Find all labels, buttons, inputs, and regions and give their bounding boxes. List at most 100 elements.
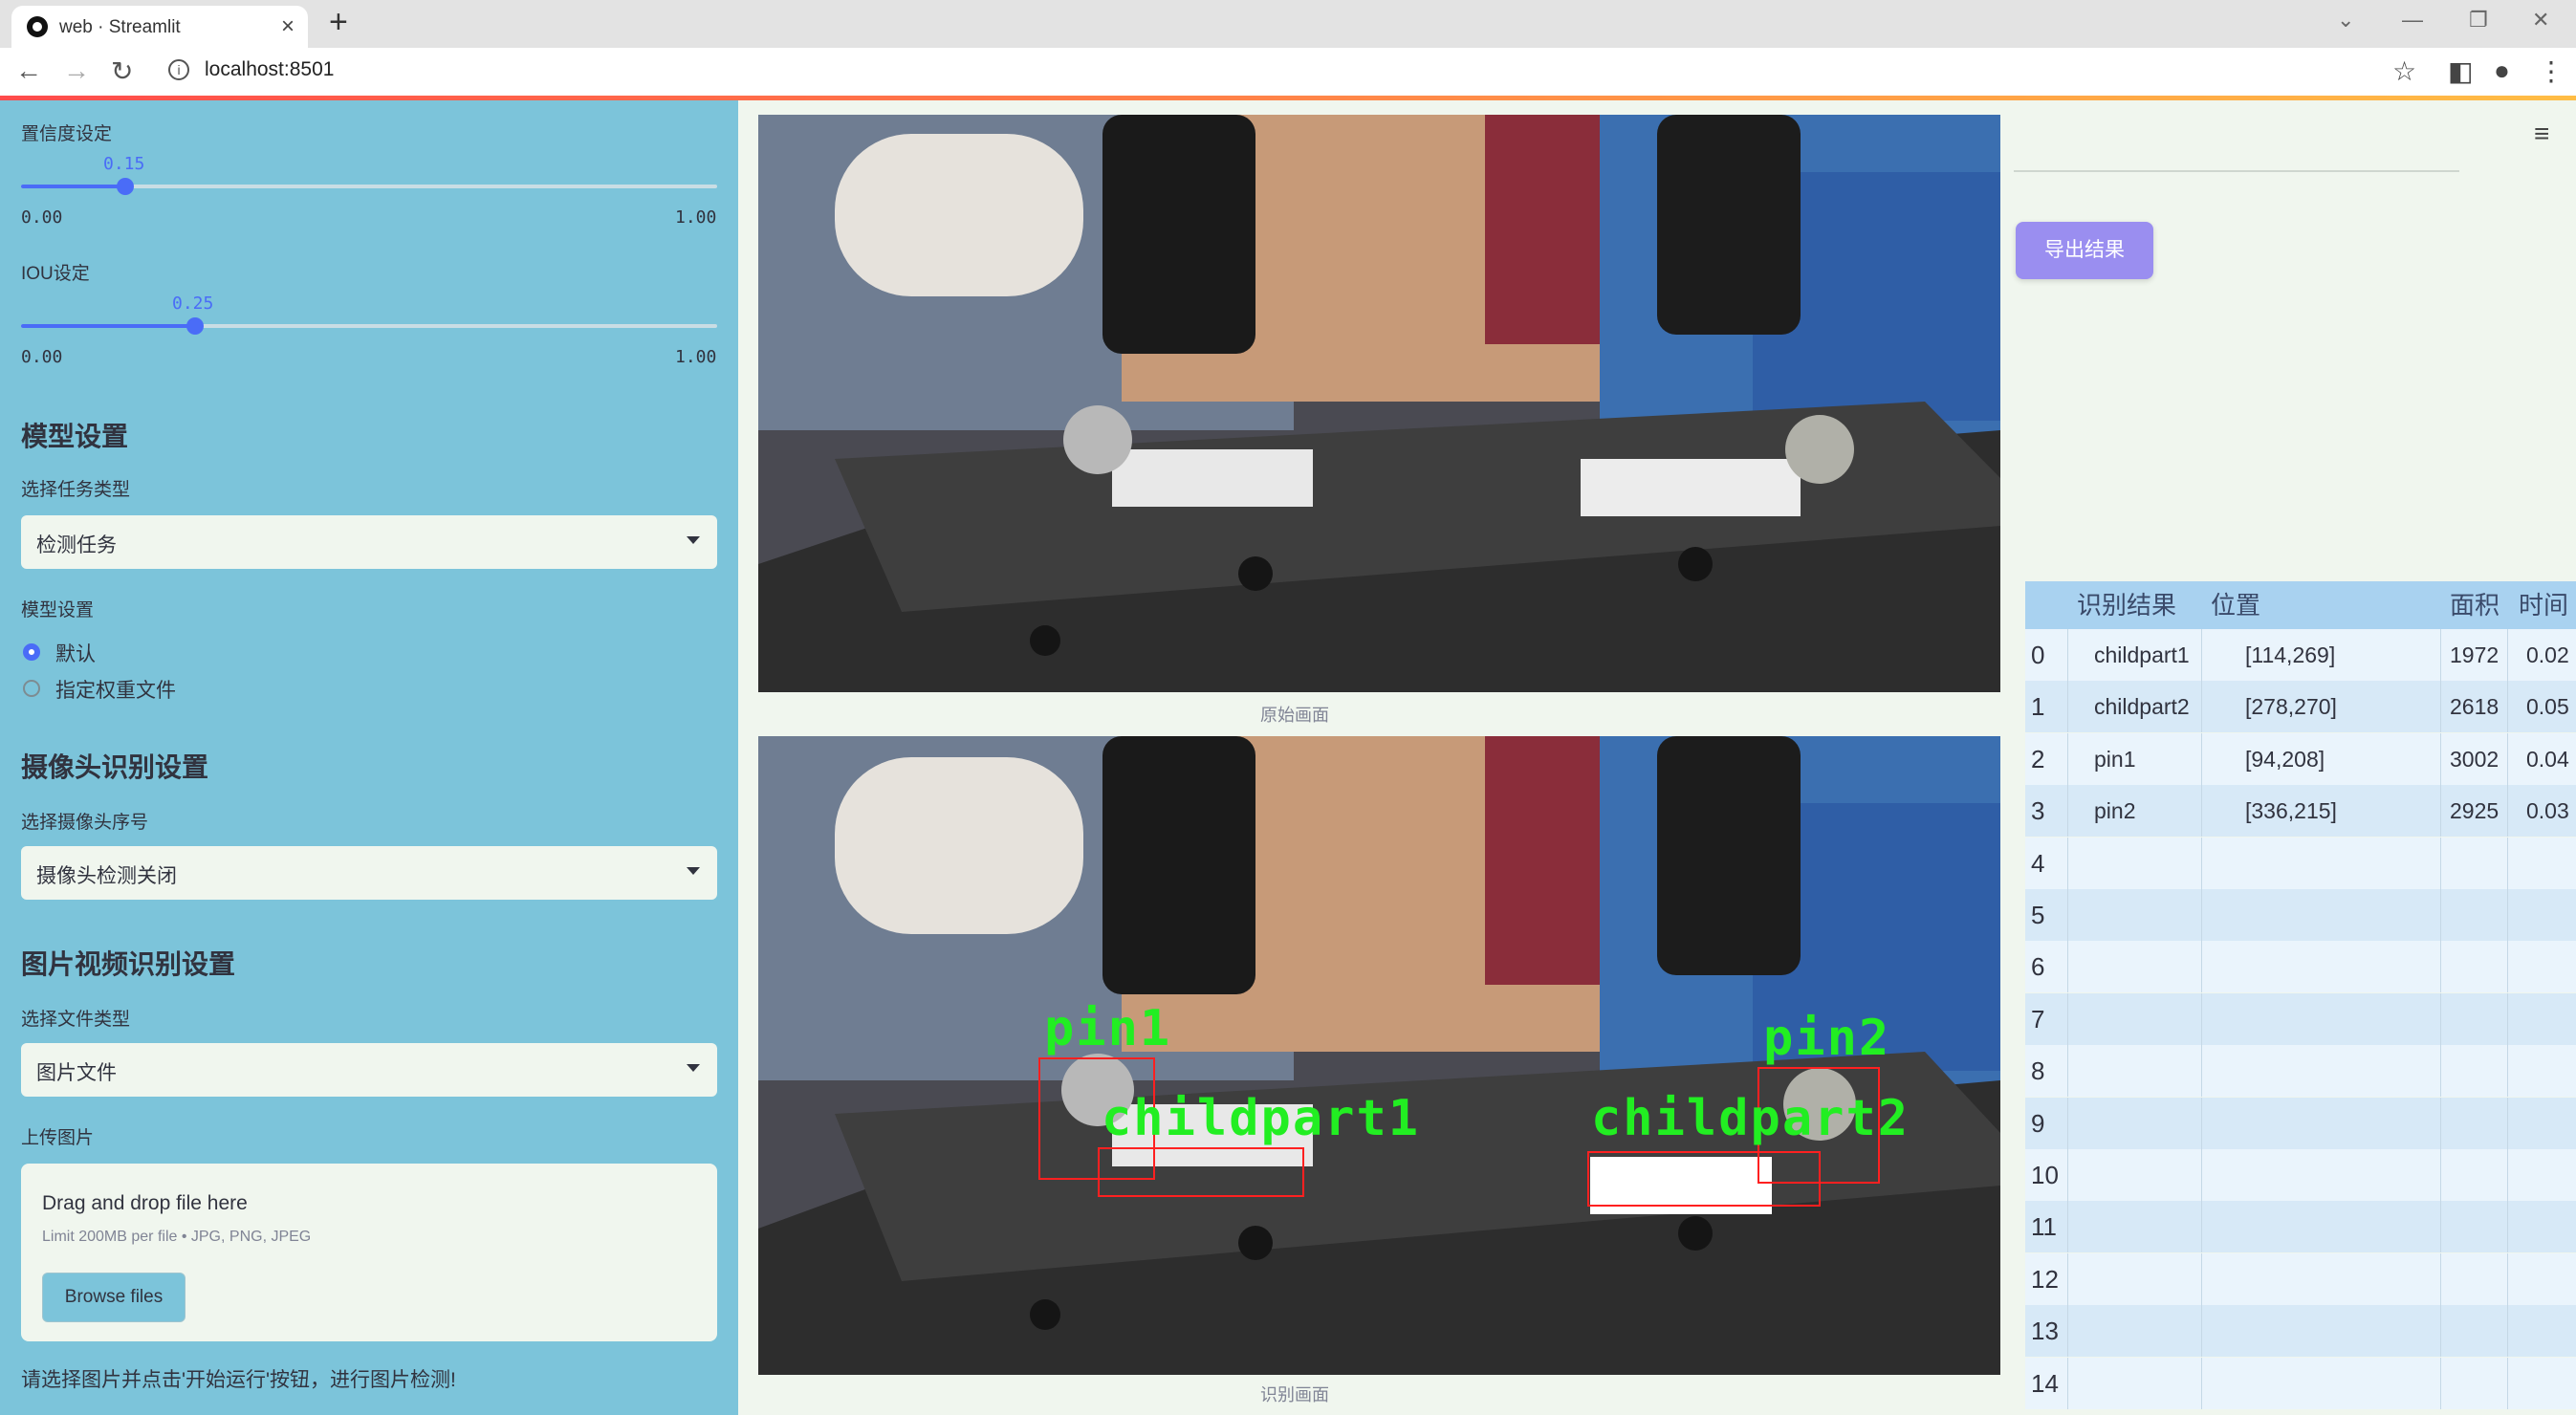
- detection-box-childpart1: [1098, 1147, 1304, 1197]
- instruction-text: 请选择图片并点击'开始运行'按钮，进行图片检测!: [21, 1369, 456, 1391]
- col-header-name[interactable]: 识别结果: [2077, 581, 2176, 629]
- column-divider: [2440, 785, 2441, 838]
- upload-limit-text: Limit 200MB per file • JPG, PNG, JPEG: [42, 1229, 312, 1245]
- table-row[interactable]: 1 childpart2 [278,270] 2618 0.05: [2025, 681, 2576, 733]
- column-divider: [2201, 629, 2202, 681]
- col-header-position[interactable]: 位置: [2211, 581, 2260, 629]
- task-type-select[interactable]: 检测任务: [21, 515, 717, 569]
- site-info-icon[interactable]: i: [168, 59, 189, 80]
- column-divider: [2507, 889, 2508, 941]
- export-results-button[interactable]: 导出结果: [2016, 222, 2153, 279]
- column-divider: [2067, 732, 2068, 785]
- column-divider: [2067, 1357, 2068, 1409]
- side-panel-icon[interactable]: ◧: [2448, 55, 2473, 87]
- table-row[interactable]: 12: [2025, 1252, 2576, 1305]
- close-tab-icon[interactable]: ×: [281, 13, 295, 40]
- table-cell-pos: [94,208]: [2245, 746, 2325, 772]
- restore-icon[interactable]: ❐: [2469, 8, 2488, 33]
- table-row[interactable]: 2 pin1 [94,208] 3002 0.04: [2025, 732, 2576, 785]
- browser-tab[interactable]: web · Streamlit ×: [11, 6, 308, 48]
- table-cell-idx: 12: [2031, 1264, 2059, 1294]
- model-custom-label[interactable]: 指定权重文件: [55, 675, 176, 704]
- model-choice-label: 模型设置: [21, 600, 95, 620]
- table-cell-idx: 5: [2031, 901, 2045, 929]
- model-default-radio[interactable]: [23, 643, 40, 661]
- conf-slider-thumb[interactable]: [117, 178, 135, 195]
- streamlit-favicon-icon: [27, 16, 48, 37]
- table-cell-area: 2925: [2450, 798, 2500, 824]
- browse-files-button[interactable]: Browse files: [42, 1273, 186, 1322]
- tab-search-icon[interactable]: ⌄: [2337, 8, 2354, 33]
- task-type-value: 检测任务: [36, 534, 117, 556]
- column-divider: [2440, 992, 2441, 1045]
- address-bar: ← → ↻ i localhost:8501 ☆ ◧ ● ⋮: [0, 48, 2576, 97]
- camera-select[interactable]: 摄像头检测关闭: [21, 846, 717, 900]
- column-divider: [2507, 681, 2508, 733]
- column-divider: [2507, 941, 2508, 993]
- task-type-label: 选择任务类型: [21, 480, 131, 500]
- iou-slider-thumb[interactable]: [186, 317, 204, 335]
- iou-slider-max: 1.00: [675, 347, 717, 367]
- iou-slider-label: IOU设定: [21, 264, 90, 284]
- more-menu-icon[interactable]: ⋮: [2538, 55, 2565, 87]
- table-row[interactable]: 10: [2025, 1149, 2576, 1201]
- forward-icon[interactable]: →: [63, 55, 90, 86]
- camera-select-value: 摄像头检测关闭: [36, 865, 177, 887]
- table-cell-time: 0.04: [2526, 746, 2569, 772]
- table-cell-idx: 3: [2031, 796, 2045, 826]
- table-row[interactable]: 8: [2025, 1045, 2576, 1098]
- model-default-label[interactable]: 默认: [55, 639, 96, 667]
- reload-icon[interactable]: ↻: [111, 55, 133, 87]
- chevron-down-icon: [687, 536, 700, 544]
- file-type-select[interactable]: 图片文件: [21, 1043, 717, 1097]
- table-row[interactable]: 11: [2025, 1201, 2576, 1253]
- original-image: [758, 115, 2000, 692]
- column-divider: [2440, 1201, 2441, 1253]
- table-row[interactable]: 3 pin2 [336,215] 2925 0.03: [2025, 785, 2576, 838]
- iou-slider-track[interactable]: [21, 324, 717, 328]
- profile-avatar-icon[interactable]: ●: [2494, 55, 2510, 86]
- column-divider: [2201, 837, 2202, 889]
- table-cell-area: 2618: [2450, 694, 2500, 720]
- table-row[interactable]: 14: [2025, 1357, 2576, 1409]
- new-tab-icon[interactable]: +: [329, 4, 348, 41]
- table-row[interactable]: 0 childpart1 [114,269] 1972 0.02: [2025, 629, 2576, 681]
- column-divider: [2201, 732, 2202, 785]
- column-divider: [2440, 732, 2441, 785]
- table-row[interactable]: 9: [2025, 1097, 2576, 1149]
- column-divider: [2067, 941, 2068, 993]
- table-cell-pos: [114,269]: [2245, 642, 2336, 667]
- minimize-icon[interactable]: —: [2402, 8, 2423, 33]
- col-header-area[interactable]: 面积: [2450, 581, 2500, 629]
- upload-dropzone-title: Drag and drop file here: [42, 1192, 248, 1214]
- window-close-icon[interactable]: ✕: [2532, 8, 2549, 33]
- back-icon[interactable]: ←: [15, 55, 42, 86]
- column-divider: [2201, 1201, 2202, 1253]
- table-row[interactable]: 5: [2025, 889, 2576, 941]
- hamburger-menu-icon[interactable]: ≡: [2534, 119, 2549, 149]
- column-divider: [2440, 681, 2441, 733]
- table-row[interactable]: 6: [2025, 941, 2576, 993]
- bookmark-star-icon[interactable]: ☆: [2392, 55, 2416, 87]
- table-row[interactable]: 13: [2025, 1305, 2576, 1358]
- table-cell-idx: 6: [2031, 952, 2045, 982]
- col-header-time[interactable]: 时间: [2519, 581, 2568, 629]
- url-field[interactable]: localhost:8501: [205, 58, 334, 81]
- table-cell-time: 0.02: [2526, 642, 2569, 667]
- column-divider: [2201, 992, 2202, 1045]
- column-divider: [2507, 1097, 2508, 1149]
- column-divider: [2067, 1045, 2068, 1098]
- table-row[interactable]: 7: [2025, 992, 2576, 1045]
- column-divider: [2201, 941, 2202, 993]
- table-cell-name: childpart2: [2094, 694, 2190, 720]
- iou-slider-value: 0.25: [172, 294, 214, 314]
- table-row[interactable]: 4: [2025, 837, 2576, 889]
- table-cell-idx: 11: [2031, 1212, 2057, 1242]
- column-divider: [2201, 1097, 2202, 1149]
- model-custom-radio[interactable]: [23, 680, 40, 697]
- column-divider: [2067, 785, 2068, 838]
- file-uploader-dropzone[interactable]: Drag and drop file here Limit 200MB per …: [21, 1164, 717, 1341]
- column-divider: [2201, 1149, 2202, 1201]
- column-divider: [2067, 1252, 2068, 1305]
- detection-box-childpart2: [1587, 1151, 1821, 1207]
